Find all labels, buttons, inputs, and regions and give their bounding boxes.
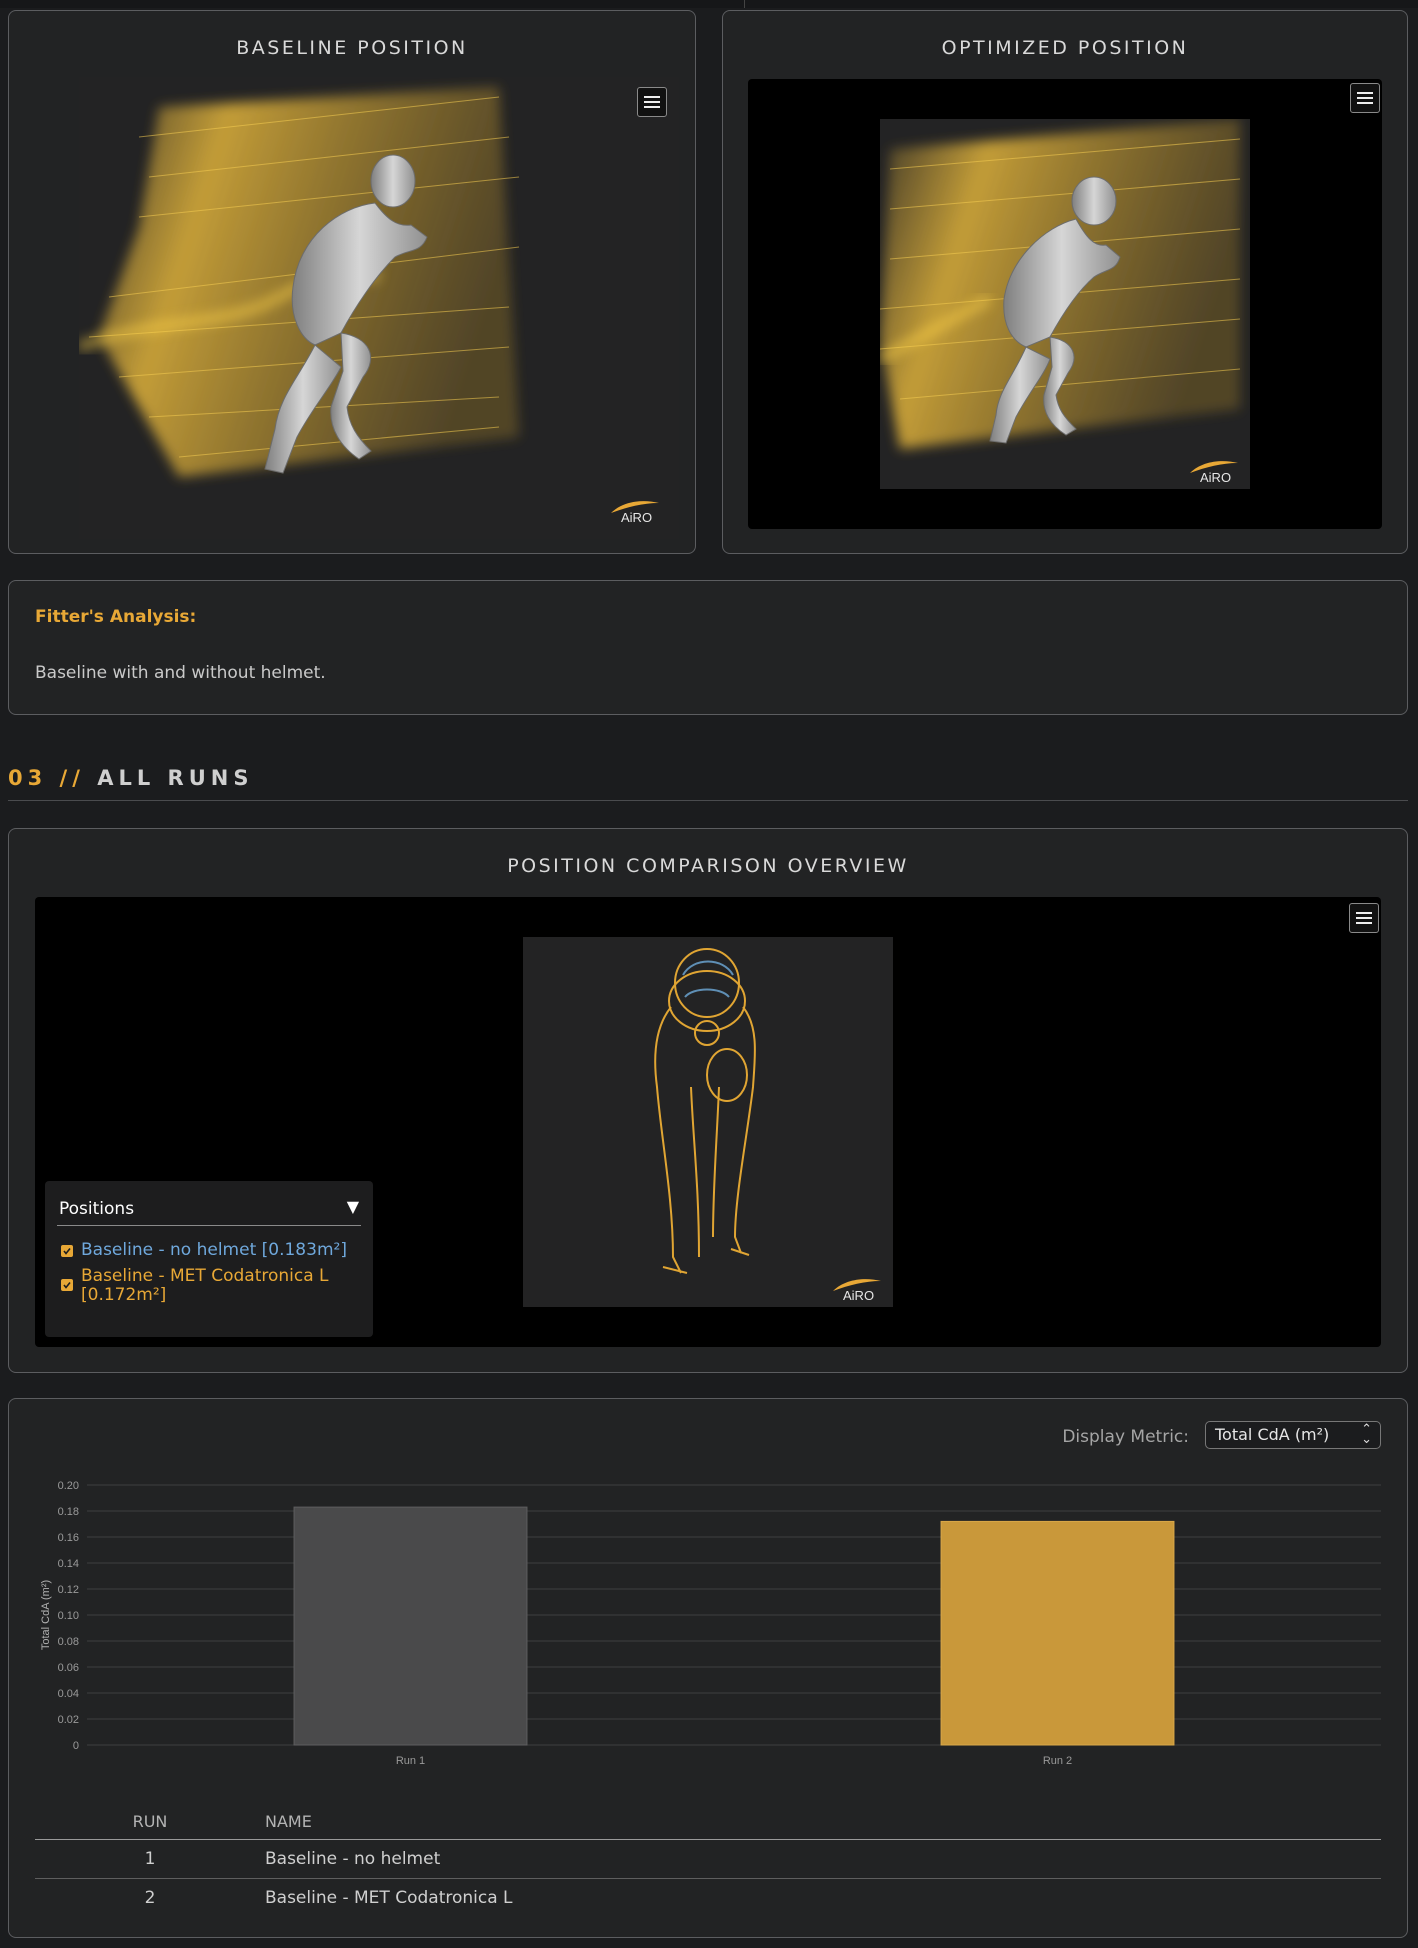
- y-tick-label: 0.12: [58, 1584, 79, 1596]
- metric-chart-panel: Display Metric: Total CdA (m²) ⌃ ⌄ 0 0.02 0…: [8, 1398, 1408, 1938]
- run-number-cell: 1: [35, 1839, 265, 1879]
- table-row[interactable]: 1 Baseline - no helmet: [35, 1839, 1381, 1879]
- svg-text:AiRO: AiRO: [1200, 470, 1231, 485]
- section-number: 03: [8, 766, 48, 790]
- y-tick-label: 0.04: [58, 1688, 79, 1700]
- positions-legend: Positions ▼ Baseline - no helmet [0.183m…: [45, 1181, 373, 1337]
- section-divider: [8, 800, 1408, 801]
- y-tick-label: 0.10: [58, 1610, 79, 1622]
- section-heading: 03 // ALL RUNS: [8, 766, 253, 790]
- y-axis-label: Total CdA (m²): [40, 1580, 52, 1650]
- fitter-analysis-text: Baseline with and without helmet.: [35, 663, 326, 683]
- column-header-run[interactable]: RUN: [35, 1803, 265, 1840]
- legend-item-run-2[interactable]: Baseline - MET Codatronica L [0.172m²]: [61, 1267, 351, 1305]
- checkbox-icon[interactable]: [61, 1245, 73, 1257]
- display-metric-value: Total CdA (m²): [1215, 1425, 1330, 1444]
- overview-viewer-frame: AiRO Positions ▼ Baseline - no helmet [0…: [35, 897, 1381, 1347]
- optimized-menu-button[interactable]: [1350, 83, 1380, 113]
- airo-logo: AiRO: [831, 1277, 885, 1307]
- bar-run-2: [940, 1520, 1175, 1746]
- y-tick-label: 0.20: [58, 1480, 79, 1492]
- overview-menu-button[interactable]: [1349, 903, 1379, 933]
- y-tick-label: 0.18: [58, 1506, 79, 1518]
- legend-toggle-icon[interactable]: ▼: [347, 1197, 359, 1216]
- airo-logo: AiRO: [609, 499, 663, 529]
- hamburger-icon: [644, 96, 660, 108]
- optimized-title: OPTIMIZED POSITION: [941, 37, 1189, 59]
- y-tick-label: 0.02: [58, 1714, 79, 1726]
- run-name-cell: Baseline - MET Codatronica L: [265, 1888, 513, 1908]
- run-name-cell: Baseline - no helmet: [265, 1839, 1381, 1879]
- svg-text:AiRO: AiRO: [843, 1288, 874, 1303]
- section-separator: //: [47, 766, 98, 790]
- y-tick-label: 0.08: [58, 1636, 79, 1648]
- y-tick-label: 0.16: [58, 1532, 79, 1544]
- fitter-analysis-label: Fitter's Analysis:: [35, 607, 197, 627]
- legend-item-label: Baseline - no helmet [0.183m²]: [81, 1240, 347, 1260]
- optimized-3d-viewer[interactable]: AiRO: [877, 119, 1250, 489]
- table-header-row: RUN NAME: [35, 1803, 1381, 1840]
- airo-logo: AiRO: [1188, 459, 1242, 489]
- position-comparison-panel: POSITION COMPARISON OVERVIEW AiRO Positi…: [8, 828, 1408, 1373]
- display-metric-select[interactable]: Total CdA (m²) ⌃ ⌄: [1205, 1421, 1381, 1449]
- baseline-menu-button[interactable]: [637, 87, 667, 117]
- overview-title: POSITION COMPARISON OVERVIEW: [507, 855, 909, 877]
- x-tick-label: Run 1: [396, 1755, 425, 1767]
- baseline-panel: BASELINE POSITION AiRO: [8, 10, 696, 554]
- select-chevron-icon: ⌃ ⌄: [1361, 1422, 1372, 1447]
- x-tick-label: Run 2: [1043, 1755, 1072, 1767]
- overview-3d-viewer[interactable]: AiRO: [523, 937, 893, 1307]
- baseline-title: BASELINE POSITION: [236, 37, 468, 59]
- hamburger-icon: [1357, 92, 1373, 104]
- column-header-name[interactable]: NAME: [265, 1803, 1381, 1840]
- top-divider: [0, 0, 1418, 8]
- fitter-analysis-panel: Fitter's Analysis: Baseline with and wit…: [8, 580, 1408, 715]
- display-metric-label: Display Metric:: [1062, 1427, 1189, 1447]
- table-row[interactable]: 2 Baseline - MET Codatronica L: [35, 1879, 1381, 1918]
- runs-table: RUN NAME 1 Baseline - no helmet 2 Baseli…: [35, 1803, 1381, 1917]
- bar-run-1: [293, 1506, 528, 1746]
- optimized-viewer-frame: AiRO: [748, 79, 1382, 529]
- legend-item-label: Baseline - MET Codatronica L [0.172m²]: [81, 1266, 329, 1305]
- section-title: ALL RUNS: [97, 766, 254, 790]
- cda-bar-chart: 0 0.02 0.04 0.06 0.08 0.10 0.12 0.14 0.16 0.18 0.2…: [40, 1480, 1381, 1767]
- y-tick-label: 0.14: [58, 1558, 79, 1570]
- hamburger-icon: [1356, 912, 1372, 924]
- legend-title: Positions: [59, 1199, 135, 1219]
- y-tick-label: 0.06: [58, 1662, 79, 1674]
- run-number-cell: 2: [144, 1888, 156, 1908]
- checkbox-icon[interactable]: [61, 1279, 73, 1291]
- svg-text:AiRO: AiRO: [621, 510, 652, 525]
- optimized-panel: OPTIMIZED POSITION AiRO: [722, 10, 1408, 554]
- y-tick-label: 0: [73, 1740, 79, 1752]
- legend-item-run-1[interactable]: Baseline - no helmet [0.183m²]: [61, 1241, 347, 1260]
- baseline-3d-viewer[interactable]: [77, 77, 679, 539]
